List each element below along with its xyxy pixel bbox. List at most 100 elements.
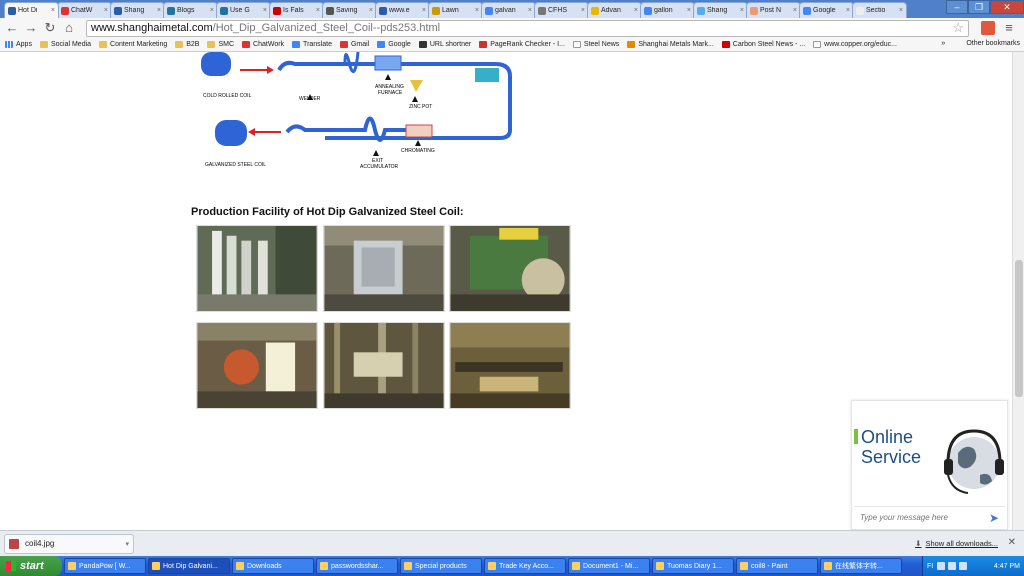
- browser-tab[interactable]: galvan ×: [481, 2, 536, 18]
- home-icon[interactable]: ⌂: [61, 20, 77, 36]
- send-icon[interactable]: ➤: [989, 511, 999, 525]
- tray-icon[interactable]: [937, 562, 946, 570]
- close-tab-icon[interactable]: ×: [104, 7, 108, 14]
- facility-photo[interactable]: [323, 322, 445, 409]
- page-scrollbar[interactable]: [1012, 52, 1024, 530]
- bookmark-item[interactable]: Social Media: [39, 41, 91, 48]
- menu-icon[interactable]: ≡: [1001, 20, 1017, 36]
- back-icon[interactable]: ←: [4, 20, 20, 36]
- browser-tab[interactable]: Hot Di ×: [4, 2, 59, 18]
- volume-icon[interactable]: [959, 562, 968, 570]
- app-icon: [488, 562, 496, 570]
- bookmark-item[interactable]: Carbon Steel News - ...: [721, 41, 805, 48]
- facility-photo[interactable]: [449, 322, 571, 409]
- bookmark-item[interactable]: B2B: [175, 41, 199, 48]
- bookmark-star-icon[interactable]: ☆: [952, 20, 964, 36]
- taskbar-item[interactable]: Special products: [400, 558, 482, 574]
- browser-tab[interactable]: Blogs ×: [163, 2, 218, 18]
- close-tab-icon[interactable]: ×: [51, 7, 55, 14]
- close-tab-icon[interactable]: ×: [793, 7, 797, 14]
- close-tab-icon[interactable]: ×: [475, 7, 479, 14]
- bookmark-item[interactable]: PageRank Checker - I...: [479, 41, 565, 48]
- folder-icon: [39, 41, 48, 48]
- close-tab-icon[interactable]: ×: [422, 7, 426, 14]
- taskbar-item[interactable]: Tuomas Diary 1...: [652, 558, 734, 574]
- browser-tab[interactable]: Sectio ×: [852, 2, 907, 18]
- taskbar-item[interactable]: coil8 - Paint: [736, 558, 818, 574]
- bookmark-icon: [242, 41, 251, 48]
- forward-icon[interactable]: →: [23, 20, 39, 36]
- reload-icon[interactable]: ↻: [42, 20, 58, 36]
- taskbar-item[interactable]: passwordsshar...: [316, 558, 398, 574]
- browser-tab[interactable]: Post N ×: [746, 2, 801, 18]
- close-tab-icon[interactable]: ×: [210, 7, 214, 14]
- browser-tab[interactable]: ChatW ×: [57, 2, 112, 18]
- bookmark-item[interactable]: Shanghai Metals Mark...: [627, 41, 714, 48]
- bookmark-item[interactable]: URL shortner: [418, 41, 471, 48]
- browser-tab[interactable]: Use G ×: [216, 2, 271, 18]
- bookmark-item[interactable]: Apps: [5, 41, 32, 48]
- close-window-button[interactable]: ✕: [990, 0, 1024, 14]
- facility-photo-image: [324, 226, 444, 311]
- facility-photo[interactable]: [196, 322, 318, 409]
- facility-photo[interactable]: [323, 225, 445, 312]
- address-bar[interactable]: www.shanghaimetal.com/Hot_Dip_Galvanized…: [86, 19, 969, 37]
- bookmark-item[interactable]: www.copper.org/educ...: [813, 41, 897, 48]
- browser-tab[interactable]: www.e ×: [375, 2, 430, 18]
- favicon-icon: [803, 6, 811, 15]
- browser-tab[interactable]: gallon ×: [640, 2, 695, 18]
- more-bookmarks-icon[interactable]: »: [941, 40, 945, 47]
- browser-tab[interactable]: Shang ×: [110, 2, 165, 18]
- browser-tab[interactable]: Lawn ×: [428, 2, 483, 18]
- bookmark-item[interactable]: Steel News: [572, 41, 619, 48]
- browser-tab[interactable]: CFHS ×: [534, 2, 589, 18]
- message-input[interactable]: [860, 513, 989, 522]
- clock[interactable]: 4:47 PM: [994, 563, 1020, 570]
- scrollbar-thumb[interactable]: [1015, 260, 1023, 397]
- extension-icon[interactable]: [981, 21, 995, 35]
- taskbar-item[interactable]: Downloads: [232, 558, 314, 574]
- maximize-button[interactable]: ❐: [968, 0, 990, 14]
- download-item[interactable]: coil4.jpg ▾: [4, 533, 134, 554]
- minimize-button[interactable]: –: [946, 0, 968, 14]
- taskbar-item[interactable]: Hot Dip Galvani...: [148, 558, 230, 574]
- online-service-widget[interactable]: Online Service ➤: [851, 400, 1008, 530]
- close-tab-icon[interactable]: ×: [316, 7, 320, 14]
- bookmark-item[interactable]: Google: [377, 41, 411, 48]
- start-button[interactable]: start: [0, 556, 62, 576]
- browser-tab[interactable]: Advan ×: [587, 2, 642, 18]
- bookmark-item[interactable]: Content Marketing: [99, 41, 167, 48]
- close-tab-icon[interactable]: ×: [740, 7, 744, 14]
- tray-icon[interactable]: [948, 562, 957, 570]
- close-tab-icon[interactable]: ×: [157, 7, 161, 14]
- browser-tab[interactable]: Google ×: [799, 2, 854, 18]
- tab-title: Shang: [124, 7, 145, 14]
- facility-photo[interactable]: [449, 225, 571, 312]
- close-tab-icon[interactable]: ×: [846, 7, 850, 14]
- other-bookmarks[interactable]: » Other bookmarks: [941, 40, 1020, 47]
- language-indicator[interactable]: FI: [927, 563, 933, 570]
- close-tab-icon[interactable]: ×: [581, 7, 585, 14]
- chevron-down-icon[interactable]: ▾: [125, 540, 129, 548]
- tab-title: Shang: [707, 7, 728, 14]
- facility-photo[interactable]: [196, 225, 318, 312]
- browser-tab[interactable]: Is Fals ×: [269, 2, 324, 18]
- taskbar-item[interactable]: PandaPow [ W...: [64, 558, 146, 574]
- close-tab-icon[interactable]: ×: [687, 7, 691, 14]
- bookmark-item[interactable]: Gmail: [339, 41, 369, 48]
- browser-tab[interactable]: Saving ×: [322, 2, 377, 18]
- bookmark-item[interactable]: SMC: [207, 41, 234, 48]
- close-tab-icon[interactable]: ×: [369, 7, 373, 14]
- bookmark-item[interactable]: ChatWork: [242, 41, 284, 48]
- show-all-downloads-link[interactable]: ⬇ Show all downloads...: [915, 539, 998, 548]
- close-shelf-icon[interactable]: ✕: [1008, 537, 1016, 548]
- browser-tab[interactable]: Shang ×: [693, 2, 748, 18]
- taskbar-item[interactable]: Document1 - Mi...: [568, 558, 650, 574]
- close-tab-icon[interactable]: ×: [263, 7, 267, 14]
- close-tab-icon[interactable]: ×: [528, 7, 532, 14]
- close-tab-icon[interactable]: ×: [899, 7, 903, 14]
- taskbar-item[interactable]: Trade Key Acco...: [484, 558, 566, 574]
- taskbar-item[interactable]: 在线繁体字转...: [820, 558, 902, 574]
- close-tab-icon[interactable]: ×: [634, 7, 638, 14]
- bookmark-item[interactable]: Translate: [292, 41, 332, 48]
